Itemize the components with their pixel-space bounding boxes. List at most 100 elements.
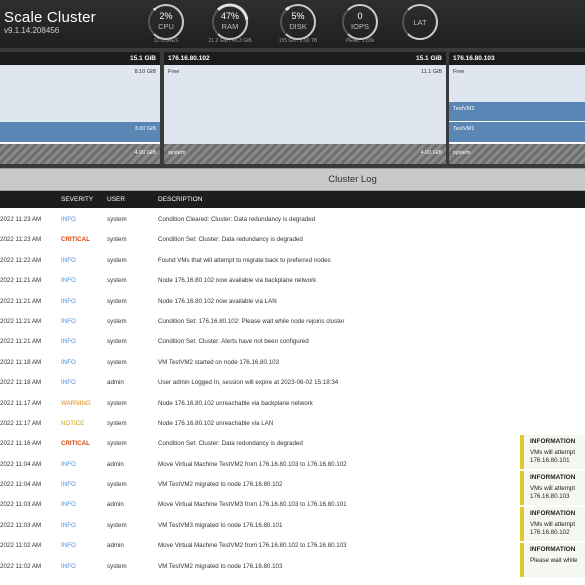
ram-gauge-sub: 21.2 GiB / 45.3 GiB <box>208 38 252 44</box>
log-description: Node 176.16.80.102 unreachable via LAN <box>158 419 274 427</box>
notification-toast[interactable]: INFORMATION VMs will attempt 176.16.80.10… <box>520 471 585 505</box>
log-description: Condition Set: 176.16.80.102: Please wai… <box>158 317 345 325</box>
disk-gauge[interactable]: 5% DISK <box>278 2 318 42</box>
log-severity: INFO <box>61 460 76 468</box>
log-user: system <box>107 562 127 570</box>
table-row[interactable]: 2022 11:23 AM INFO system Condition Cleared… <box>0 210 520 230</box>
log-time: 2022 11:17 AM <box>0 399 42 407</box>
notification-toast[interactable]: INFORMATION Please wait while <box>520 543 585 577</box>
log-user: system <box>107 419 127 427</box>
node-free-memory: Free <box>449 65 585 102</box>
vm-block[interactable]: TestVM1 <box>449 122 585 142</box>
iops-gauge-value: 0 <box>357 11 363 21</box>
node-free-memory: Free 11.1 GiB <box>164 65 446 144</box>
log-description: Condition Set: Cluster: Data redundancy … <box>158 440 303 448</box>
node-name: 176.16.80.103 <box>453 55 495 62</box>
iops-gauge[interactable]: 0 IOPS <box>340 2 380 42</box>
table-row[interactable]: 2022 11:04 AM INFO admin Move Virtual Machi… <box>0 455 520 475</box>
log-time: 2022 11:23 AM <box>0 236 42 244</box>
vm-block[interactable]: TestVM2 <box>449 102 585 121</box>
table-row[interactable]: 2022 11:04 AM INFO system VM TestVM2 migrat… <box>0 475 520 495</box>
log-user: system <box>107 521 127 529</box>
log-severity: INFO <box>61 501 76 509</box>
notification-body: VMs will attempt 176.16.80.102 <box>530 521 576 536</box>
log-severity: INFO <box>61 297 76 305</box>
table-row[interactable]: 2022 11:17 AM NOTICE system Node 176.16.80.… <box>0 414 520 434</box>
free-value: 11.1 GiB <box>421 69 442 75</box>
iops-gauge-sub: PEAK: 1.83k <box>345 38 375 44</box>
cluster-log-title: Cluster Log <box>328 174 377 185</box>
log-severity: INFO <box>61 317 76 325</box>
log-time: 2022 11:23 AM <box>0 216 42 223</box>
node-card-3[interactable]: 176.16.80.103 Free TestVM2 TestVM1 syste… <box>449 52 585 164</box>
log-user: system <box>107 277 127 285</box>
log-time: 2022 11:17 AM <box>0 419 42 427</box>
log-severity: INFO <box>61 379 76 387</box>
ram-gauge-label: RAM <box>221 22 239 31</box>
log-user: system <box>107 481 127 489</box>
table-row[interactable]: 2022 11:02 AM INFO system VM TestVM2 migrat… <box>0 557 520 577</box>
table-row[interactable]: 2022 11:21 AM INFO system Condition Set: Cl… <box>0 332 520 352</box>
log-user: system <box>107 216 127 223</box>
log-description: Node 176.16.80.102 now available via bac… <box>158 277 317 285</box>
log-time: 2022 11:04 AM <box>0 481 42 489</box>
vm-block[interactable]: 3.00 GiB <box>0 122 160 142</box>
disk-gauge-value: 5% <box>291 11 305 21</box>
ram-gauge[interactable]: 47% RAM <box>210 2 250 42</box>
notification-title: INFORMATION <box>530 474 576 481</box>
table-row[interactable]: 2022 11:16 AM CRITICAL system Condition Set… <box>0 434 520 454</box>
cpu-gauge[interactable]: 2% CPU <box>146 2 186 42</box>
cluster-log-title-bar[interactable]: Cluster Log <box>0 168 585 191</box>
vm-memory: 3.00 GiB <box>134 126 156 132</box>
description-column-header[interactable]: DESCRIPTION <box>158 196 202 203</box>
system-value: 4.00 GiB <box>134 150 156 156</box>
disk-gauge-label: DISK <box>289 22 307 31</box>
vm-name: TestVM1 <box>453 126 475 132</box>
node-card-1[interactable]: 15.1 GiB 8.10 GiB 3.00 GiB 4.00 GiB <box>0 52 160 164</box>
table-row[interactable]: 2022 11:21 AM INFO system Condition Set: 17… <box>0 312 520 332</box>
notification-title: INFORMATION <box>530 438 576 445</box>
user-column-header[interactable]: USER <box>107 196 125 203</box>
log-user: admin <box>107 460 124 468</box>
log-severity: INFO <box>61 521 76 529</box>
table-row[interactable]: 2022 11:03 AM INFO admin Move Virtual Machi… <box>0 495 520 515</box>
cpu-gauge-value: 2% <box>159 11 173 21</box>
log-user: admin <box>107 542 124 550</box>
log-time: 2022 11:04 AM <box>0 460 42 468</box>
table-row[interactable]: 2022 11:17 AM WARNING system Node 176.16.80… <box>0 394 520 414</box>
log-user: admin <box>107 379 124 387</box>
log-user: system <box>107 317 127 325</box>
node-name: 176.16.80.102 <box>168 55 210 62</box>
system-memory-block: system 4.00 GiB <box>164 144 446 164</box>
table-row[interactable]: 2022 11:22 AM INFO system Found VMs that wi… <box>0 251 520 271</box>
free-value: 8.10 GiB <box>134 69 156 75</box>
log-description: Node 176.16.80.102 now available via LAN <box>158 297 277 305</box>
table-row[interactable]: 2022 11:18 AM INFO admin User admin Logged … <box>0 373 520 393</box>
log-description: Move Virtual Machine TestVM2 from 176.16… <box>158 542 347 550</box>
notification-toast[interactable]: INFORMATION VMs will attempt 176.16.80.10… <box>520 435 585 469</box>
notification-toast[interactable]: INFORMATION VMs will attempt 176.16.80.10… <box>520 507 585 541</box>
log-description: Move Virtual Machine TestVM2 from 176.16… <box>158 460 347 468</box>
system-memory-block: system <box>449 144 585 164</box>
free-label: Free <box>453 69 465 75</box>
table-row[interactable]: 2022 11:03 AM INFO system VM TestVM3 migrat… <box>0 516 520 536</box>
log-description: Node 176.16.80.102 unreachable via backp… <box>158 399 313 407</box>
severity-column-header[interactable]: SEVERITY <box>61 196 93 203</box>
log-description: Condition Set: Cluster: Alerts have not … <box>158 338 309 346</box>
log-description: VM TestVM2 migrated to node 176.16.80.10… <box>158 481 283 489</box>
log-description: Condition Cleared: Cluster: Data redunda… <box>158 216 316 223</box>
cpu-gauge-label: CPU <box>158 22 174 31</box>
lat-gauge[interactable]: LAT <box>400 2 440 42</box>
table-row[interactable]: 2022 11:23 AM CRITICAL system Condition Set… <box>0 230 520 250</box>
node-card-2[interactable]: 176.16.80.102 15.1 GiB Free 11.1 GiB sys… <box>164 52 446 164</box>
log-description: Found VMs that will attempt to migrate b… <box>158 256 331 264</box>
table-row[interactable]: 2022 11:18 AM INFO system VM TestVM2 starte… <box>0 353 520 373</box>
top-bar: Scale Cluster v9.1.14.208456 2% CPU 12 C… <box>0 0 585 48</box>
table-row[interactable]: 2022 11:21 AM INFO system Node 176.16.80.10… <box>0 292 520 312</box>
cpu-gauge-sub: 12 CORES <box>153 38 179 44</box>
table-row[interactable]: 2022 11:21 AM INFO system Node 176.16.80.10… <box>0 271 520 291</box>
notification-body: VMs will attempt 176.16.80.103 <box>530 485 576 500</box>
log-severity: INFO <box>61 338 76 346</box>
table-row[interactable]: 2022 11:02 AM INFO admin Move Virtual Machi… <box>0 536 520 556</box>
disk-gauge-fill <box>284 6 290 12</box>
